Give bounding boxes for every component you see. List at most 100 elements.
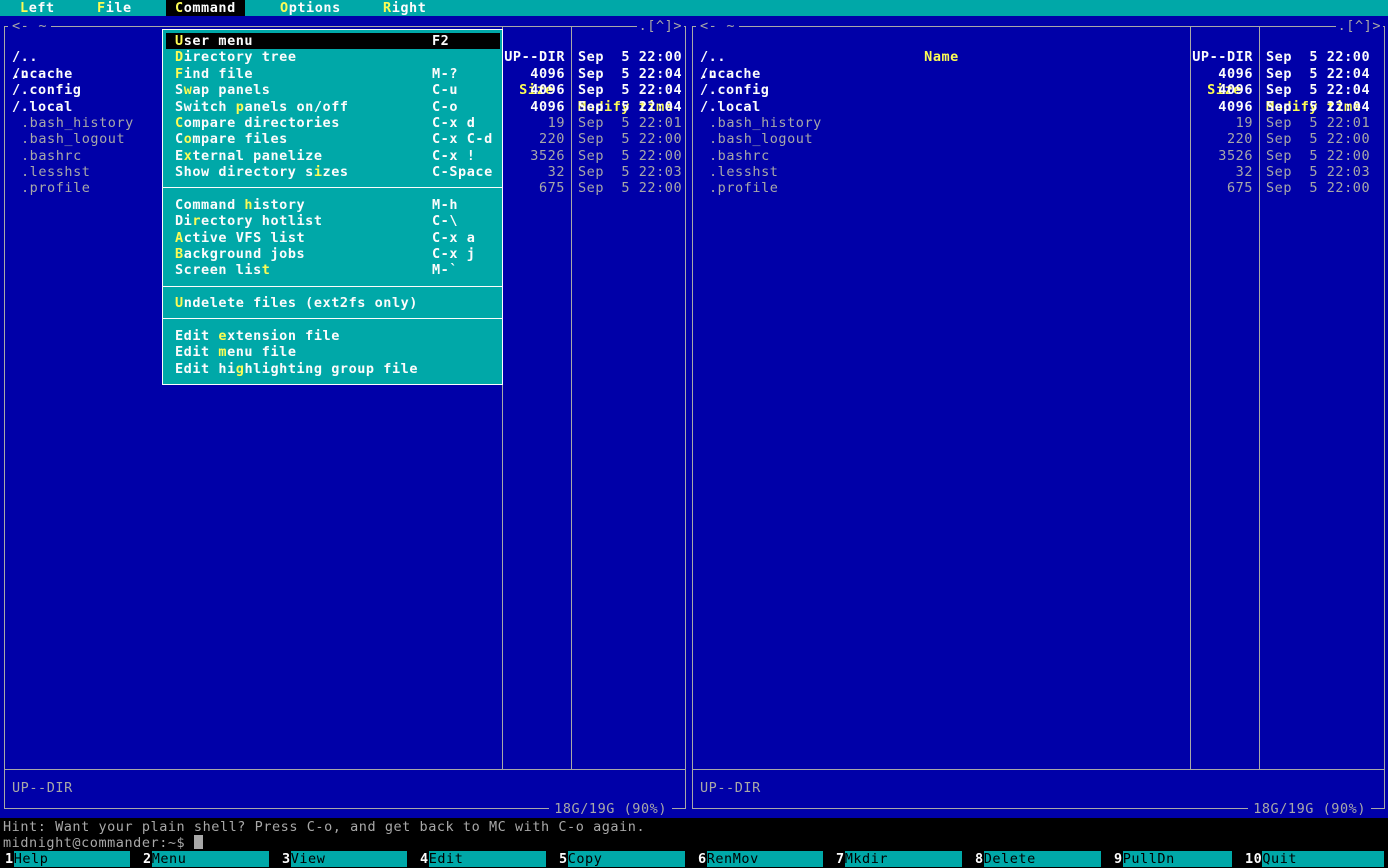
menu-item-directory-tree[interactable]: Directory tree — [166, 49, 500, 65]
fkey-button-delete[interactable]: 8Delete — [975, 851, 1101, 867]
label-post: ackground jobs — [184, 246, 306, 262]
file-name: .bash_logout — [21, 131, 125, 147]
hotkey-letter: C — [175, 115, 184, 131]
label-pre: Edit — [175, 328, 218, 344]
file-mtime: Sep 5 22:00 — [578, 148, 682, 164]
command-line[interactable]: midnight@commander:~$ — [3, 835, 203, 851]
column-separator — [1259, 27, 1260, 769]
menubar-item-label: ptions — [289, 0, 341, 16]
file-size: 220 — [1113, 131, 1253, 147]
file-name: /.config — [700, 82, 769, 98]
file-name: .bash_history — [21, 115, 134, 131]
file-row[interactable]: /.local4096Sep 5 22:04 — [693, 99, 1384, 115]
selected-file-status: UP--DIR — [12, 780, 73, 796]
hotkey-letter: D — [175, 49, 184, 65]
menu-item-directory-hotlist[interactable]: Directory hotlistC-\ — [166, 213, 500, 229]
file-row[interactable]: /.cache4096Sep 5 22:04 — [693, 66, 1384, 82]
menu-item-active-vfs-list[interactable]: Active VFS listC-x a — [166, 230, 500, 246]
fkey-button-view[interactable]: 3View — [282, 851, 407, 867]
menu-item-command-history[interactable]: Command historyM-h — [166, 197, 500, 213]
hotkey-letter: m — [218, 344, 227, 360]
file-mtime: Sep 5 22:03 — [578, 164, 682, 180]
file-size: 3526 — [1113, 148, 1253, 164]
menu-item-compare-directories[interactable]: Compare directoriesC-x d — [166, 115, 500, 131]
menu-item-label: Edit menu file — [175, 344, 297, 360]
file-row[interactable]: /..UP--DIRSep 5 22:00 — [693, 49, 1384, 65]
panel-path[interactable]: ~ — [726, 18, 735, 34]
file-row[interactable]: /.config4096Sep 5 22:04 — [693, 82, 1384, 98]
menubar-item-command[interactable]: Command — [166, 0, 245, 16]
menu-item-edit-extension-file[interactable]: Edit extension file — [166, 328, 500, 344]
menubar-item-right[interactable]: Right — [383, 0, 426, 16]
label-post: hlighting group file — [244, 361, 418, 377]
menubar-item-file[interactable]: File — [97, 0, 132, 16]
menu-item-edit-highlighting-group-file[interactable]: Edit highlighting group file — [166, 361, 500, 377]
label-post: irectory tree — [184, 49, 297, 65]
file-mtime: Sep 5 22:00 — [578, 131, 682, 147]
fkey-label: Help — [14, 851, 130, 867]
file-name: /.cache — [12, 66, 73, 82]
menu-item-background-jobs[interactable]: Background jobsC-x j — [166, 246, 500, 262]
menu-separator — [163, 187, 502, 188]
fkey-button-quit[interactable]: 10Quit — [1245, 851, 1384, 867]
menu-item-screen-list[interactable]: Screen listM-` — [166, 262, 500, 278]
back-arrow-button[interactable]: <- — [12, 18, 29, 34]
label-post: ompare directories — [184, 115, 340, 131]
file-row[interactable]: .lesshst32Sep 5 22:03 — [693, 164, 1384, 180]
file-size: 19 — [1113, 115, 1253, 131]
fkey-button-edit[interactable]: 4Edit — [420, 851, 546, 867]
panel-path[interactable]: ~ — [38, 18, 47, 34]
fkey-button-copy[interactable]: 5Copy — [559, 851, 685, 867]
panel-toggles[interactable]: .[^]> — [1336, 18, 1383, 34]
menu-bar: Left File Command Options Right — [0, 0, 1388, 16]
file-name: .bashrc — [21, 148, 82, 164]
fkey-number: 9 — [1114, 851, 1123, 867]
menu-item-label: External panelize — [175, 148, 323, 164]
menu-item-user-menu[interactable]: User menuF2 — [166, 33, 500, 49]
fkey-label: Edit — [429, 851, 546, 867]
file-row[interactable]: .bash_logout220Sep 5 22:00 — [693, 131, 1384, 147]
fkey-number: 3 — [282, 851, 291, 867]
menu-item-edit-menu-file[interactable]: Edit menu file — [166, 344, 500, 360]
panel-toggles[interactable]: .[^]> — [637, 18, 684, 34]
menu-item-external-panelize[interactable]: External panelizeC-x ! — [166, 148, 500, 164]
label-pre: Show directory s — [175, 164, 314, 180]
label-pre: Command — [175, 197, 244, 213]
fkey-button-pulldn[interactable]: 9PullDn — [1114, 851, 1232, 867]
label-post: anels on/off — [244, 99, 348, 115]
label-pre: E — [175, 148, 184, 164]
fkey-button-mkdir[interactable]: 7Mkdir — [836, 851, 962, 867]
file-row[interactable]: .bash_history19Sep 5 22:01 — [693, 115, 1384, 131]
menu-item-shortcut: C-x j — [432, 246, 475, 262]
menubar-item-left[interactable]: Left — [20, 0, 55, 16]
hint-line: Hint: Want your plain shell? Press C-o, … — [3, 819, 645, 835]
file-row[interactable]: .bashrc3526Sep 5 22:00 — [693, 148, 1384, 164]
text-cursor[interactable] — [194, 835, 203, 849]
menu-item-switch-panels-on-off[interactable]: Switch panels on/offC-o — [166, 99, 500, 115]
file-row[interactable]: .profile675Sep 5 22:00 — [693, 180, 1384, 196]
menu-item-label: Active VFS list — [175, 230, 305, 246]
menu-item-swap-panels[interactable]: Swap panelsC-u — [166, 82, 500, 98]
menu-item-undelete-files-ext2fs-only-[interactable]: Undelete files (ext2fs only) — [166, 295, 500, 311]
menubar-item-options[interactable]: Options — [280, 0, 341, 16]
menu-item-find-file[interactable]: Find fileM-? — [166, 66, 500, 82]
left-panel-path-box: <- ~ — [8, 18, 51, 34]
hotkey-letter: r — [192, 213, 201, 229]
fkey-button-renmov[interactable]: 6RenMov — [698, 851, 823, 867]
menu-item-shortcut: M-` — [432, 262, 458, 278]
file-mtime: Sep 5 22:01 — [1266, 115, 1370, 131]
fkey-button-help[interactable]: 1Help — [5, 851, 130, 867]
fkey-button-menu[interactable]: 2Menu — [143, 851, 269, 867]
menu-item-label: Undelete files (ext2fs only) — [175, 295, 418, 311]
hotkey-letter: A — [175, 230, 184, 246]
hotkey-letter: t — [262, 262, 271, 278]
mc-screen: LeftFileCommandOptionsRight <-~ .[^]> Na… — [0, 0, 1388, 868]
file-mtime: Sep 5 22:00 — [1266, 131, 1370, 147]
menu-item-label: Directory tree — [175, 49, 297, 65]
menu-item-shortcut: C-x C-d — [432, 131, 493, 147]
menu-item-compare-files[interactable]: Compare filesC-x C-d — [166, 131, 500, 147]
file-name: .profile — [21, 180, 90, 196]
menu-item-shortcut: C-Space — [432, 164, 493, 180]
menu-item-show-directory-sizes[interactable]: Show directory sizesC-Space — [166, 164, 500, 180]
back-arrow-button[interactable]: <- — [700, 18, 717, 34]
